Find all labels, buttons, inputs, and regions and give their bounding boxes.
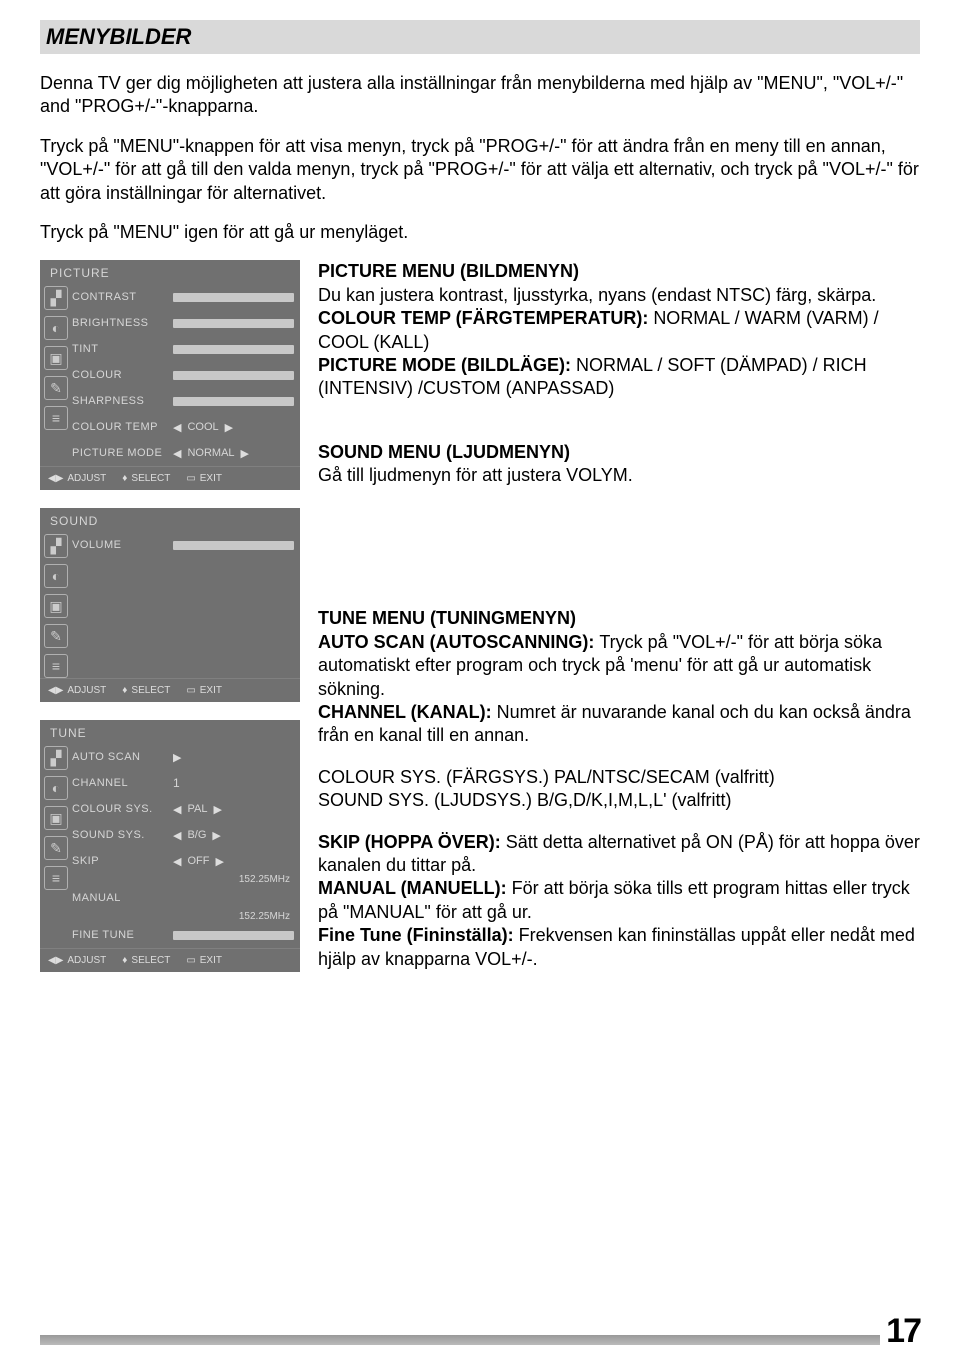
page-header: MENYBILDER xyxy=(40,20,920,54)
ud-arrow-icon: ♦ xyxy=(122,685,127,696)
slider-volume[interactable] xyxy=(173,541,294,550)
autoscan-label: AUTO SCAN (AUTOSCANNING): xyxy=(318,632,599,652)
list-icon: ≡ xyxy=(44,866,68,890)
picture-panel-title: PICTURE xyxy=(40,260,300,284)
row-finetune[interactable]: FINE TUNE xyxy=(72,922,294,948)
right-arrow-icon[interactable]: ▶ xyxy=(173,751,181,764)
lr-arrow-icon: ◀▶ xyxy=(48,685,63,696)
picture-panel: PICTURE ▞ ◐ ▣ ✎ ≡ CONTRAST BRIGHTNESS TI… xyxy=(40,260,300,490)
para1: Tryck på "MENU"-knappen för att visa men… xyxy=(40,135,920,205)
tools-icon: ✎ xyxy=(44,376,68,400)
row-skip[interactable]: SKIP◀OFF▶ xyxy=(72,848,294,874)
right-arrow-icon[interactable]: ▶ xyxy=(225,421,233,434)
slider-colour[interactable] xyxy=(173,371,294,380)
picture-icon: ▞ xyxy=(44,746,68,770)
section-tune: TUNE MENU (TUNINGMENYN) AUTO SCAN (AUTOS… xyxy=(318,607,920,970)
row-channel[interactable]: CHANNEL1 xyxy=(72,770,294,796)
slider-tint[interactable] xyxy=(173,345,294,354)
row-picmode[interactable]: PICTURE MODE◀NORMAL▶ xyxy=(72,440,294,466)
tv-icon: ▣ xyxy=(44,346,68,370)
channel-label: CHANNEL (KANAL): xyxy=(318,702,497,722)
row-brightness[interactable]: BRIGHTNESS xyxy=(72,310,294,336)
list-icon: ≡ xyxy=(44,406,68,430)
colourtemp-label: COLOUR TEMP (FÄRGTEMPERATUR): xyxy=(318,308,653,328)
section-sound: SOUND MENU (LJUDMENYN) Gå till ljudmenyn… xyxy=(318,441,920,488)
sound-text: Gå till ljudmenyn för att justera VOLYM. xyxy=(318,465,633,485)
row-contrast[interactable]: CONTRAST xyxy=(72,284,294,310)
tune-panel-title: TUNE xyxy=(40,720,300,744)
picmode-label: PICTURE MODE (BILDLÄGE): xyxy=(318,355,576,375)
right-arrow-icon[interactable]: ▶ xyxy=(241,447,249,460)
tv-icon: ▣ xyxy=(44,594,68,618)
exit-icon: ▭ xyxy=(186,473,195,484)
tv-icon: ▣ xyxy=(44,806,68,830)
row-manual[interactable]: MANUAL xyxy=(72,885,294,911)
freq-value: 152.25MHz xyxy=(72,874,294,885)
slider-finetune[interactable] xyxy=(173,931,294,940)
picture-icon: ▞ xyxy=(44,534,68,558)
row-sharpness[interactable]: SHARPNESS xyxy=(72,388,294,414)
manual-label: MANUAL (MANUELL): xyxy=(318,878,512,898)
row-colourtemp[interactable]: COLOUR TEMP◀COOL▶ xyxy=(72,414,294,440)
row-colour[interactable]: COLOUR xyxy=(72,362,294,388)
page-number: 17 xyxy=(886,1312,920,1351)
picture-icon: ▞ xyxy=(44,286,68,310)
sound-panel-title: SOUND xyxy=(40,508,300,532)
tune-heading: TUNE MENU (TUNINGMENYN) xyxy=(318,608,576,628)
sound-heading: SOUND MENU (LJUDMENYN) xyxy=(318,442,570,462)
left-arrow-icon[interactable]: ◀ xyxy=(173,855,181,868)
brightness-icon: ◐ xyxy=(44,564,68,588)
brightness-icon: ◐ xyxy=(44,316,68,340)
lr-arrow-icon: ◀▶ xyxy=(48,955,63,966)
row-coloursys[interactable]: COLOUR SYS.◀PAL▶ xyxy=(72,796,294,822)
soundsys-text: SOUND SYS. (LJUDSYS.) B/G,D/K,I,M,L,L' (… xyxy=(318,790,732,810)
tools-icon: ✎ xyxy=(44,624,68,648)
left-arrow-icon[interactable]: ◀ xyxy=(173,447,181,460)
row-tint[interactable]: TINT xyxy=(72,336,294,362)
tune-panel: TUNE ▞ ◐ ▣ ✎ ≡ AUTO SCAN▶ CHANNEL1 COLOU… xyxy=(40,720,300,972)
picture-heading: PICTURE MENU (BILDMENYN) xyxy=(318,261,579,281)
coloursys-text: COLOUR SYS. (FÄRGSYS.) PAL/NTSC/SECAM (v… xyxy=(318,767,775,787)
skip-label: SKIP (HOPPA ÖVER): xyxy=(318,832,506,852)
slider-sharpness[interactable] xyxy=(173,397,294,406)
left-arrow-icon[interactable]: ◀ xyxy=(173,803,181,816)
brightness-icon: ◐ xyxy=(44,776,68,800)
lr-arrow-icon: ◀▶ xyxy=(48,473,63,484)
row-soundsys[interactable]: SOUND SYS.◀B/G▶ xyxy=(72,822,294,848)
row-autoscan[interactable]: AUTO SCAN▶ xyxy=(72,744,294,770)
intro-text: Denna TV ger dig möjligheten att justera… xyxy=(40,72,920,119)
freq-value: 152.25MHz xyxy=(72,911,294,922)
right-arrow-icon[interactable]: ▶ xyxy=(215,855,223,868)
right-arrow-icon[interactable]: ▶ xyxy=(212,829,220,842)
exit-icon: ▭ xyxy=(186,955,195,966)
ud-arrow-icon: ♦ xyxy=(122,955,127,966)
left-arrow-icon[interactable]: ◀ xyxy=(173,421,181,434)
footer-rule xyxy=(40,1335,880,1345)
tools-icon: ✎ xyxy=(44,836,68,860)
panel-footer: ◀▶ADJUST ♦SELECT ▭EXIT xyxy=(40,678,300,702)
picture-text1: Du kan justera kontrast, ljusstyrka, nya… xyxy=(318,285,876,305)
exit-icon: ▭ xyxy=(186,685,195,696)
left-arrow-icon[interactable]: ◀ xyxy=(173,829,181,842)
row-volume[interactable]: VOLUME xyxy=(72,532,294,558)
sound-panel: SOUND ▞ ◐ ▣ ✎ ≡ VOLUME ◀▶ADJUST ♦SELE xyxy=(40,508,300,702)
finetune-label: Fine Tune (Fininställa): xyxy=(318,925,519,945)
ud-arrow-icon: ♦ xyxy=(122,473,127,484)
panel-footer: ◀▶ADJUST ♦SELECT ▭EXIT xyxy=(40,466,300,490)
slider-contrast[interactable] xyxy=(173,293,294,302)
right-arrow-icon[interactable]: ▶ xyxy=(213,803,221,816)
section-picture: PICTURE MENU (BILDMENYN) Du kan justera … xyxy=(318,260,920,400)
list-icon: ≡ xyxy=(44,654,68,678)
panel-footer: ◀▶ADJUST ♦SELECT ▭EXIT xyxy=(40,948,300,972)
slider-brightness[interactable] xyxy=(173,319,294,328)
para2: Tryck på "MENU" igen för att gå ur menyl… xyxy=(40,221,920,244)
